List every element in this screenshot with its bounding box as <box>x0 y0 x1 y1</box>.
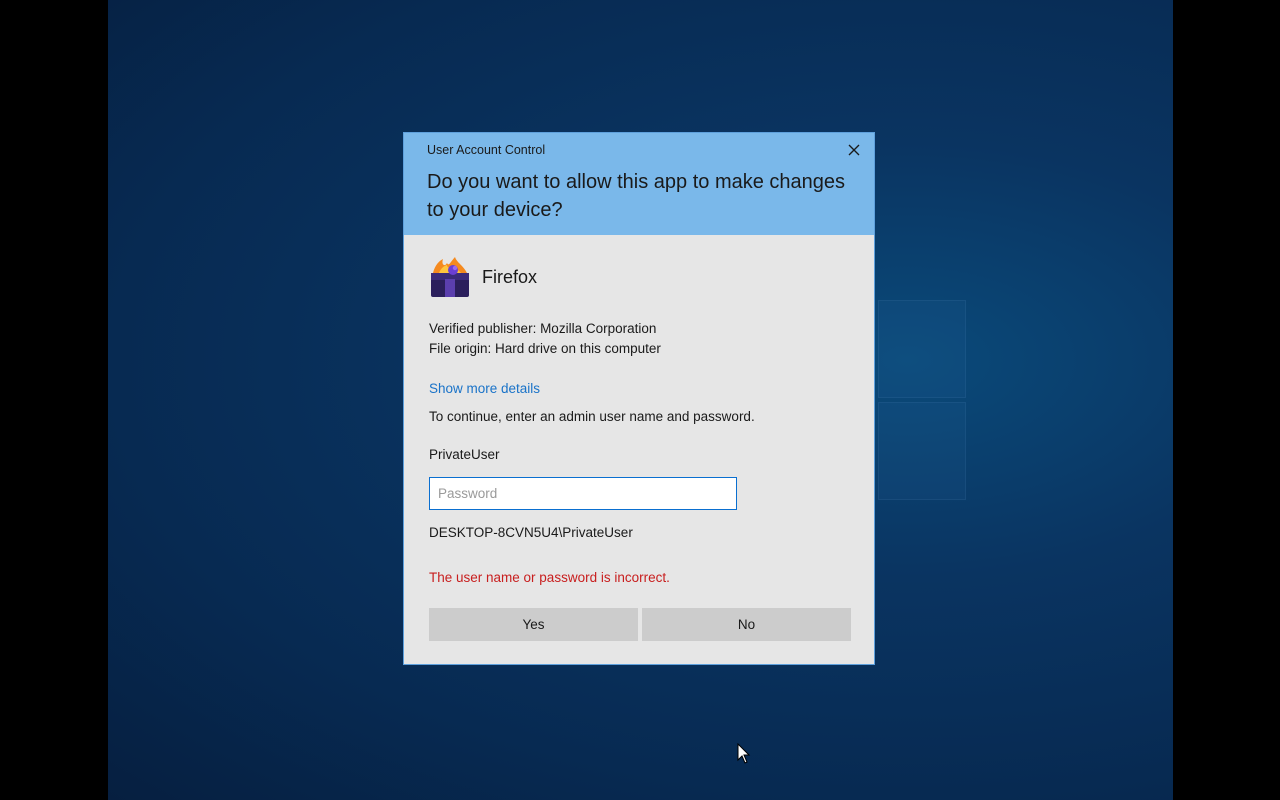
domain-username-text: DESKTOP-8CVN5U4\PrivateUser <box>429 525 633 540</box>
yes-button[interactable]: Yes <box>429 608 638 641</box>
firefox-app-icon <box>431 257 469 297</box>
close-button[interactable] <box>840 139 868 161</box>
windows-logo <box>878 300 966 500</box>
uac-dialog: User Account Control Do you want to allo… <box>403 132 875 665</box>
app-info: Firefox <box>429 255 537 299</box>
error-message: The user name or password is incorrect. <box>429 570 670 585</box>
windows-logo-pane-top <box>878 300 966 398</box>
show-more-details-link[interactable]: Show more details <box>429 381 540 396</box>
no-button[interactable]: No <box>642 608 851 641</box>
password-input[interactable] <box>429 477 737 510</box>
publisher-text: Verified publisher: Mozilla Corporation <box>429 321 657 336</box>
dialog-question: Do you want to allow this app to make ch… <box>427 171 846 221</box>
app-name: Firefox <box>482 266 538 287</box>
file-origin-text: File origin: Hard drive on this computer <box>429 341 661 356</box>
dialog-header: User Account Control Do you want to allo… <box>404 133 874 235</box>
mouse-pointer-icon <box>737 743 751 764</box>
windows-logo-pane-bottom <box>878 402 966 500</box>
instruction-text: To continue, enter an admin user name an… <box>429 409 755 424</box>
dialog-title: User Account Control <box>427 143 546 157</box>
username-label: PrivateUser <box>429 447 500 462</box>
close-icon <box>848 144 860 156</box>
